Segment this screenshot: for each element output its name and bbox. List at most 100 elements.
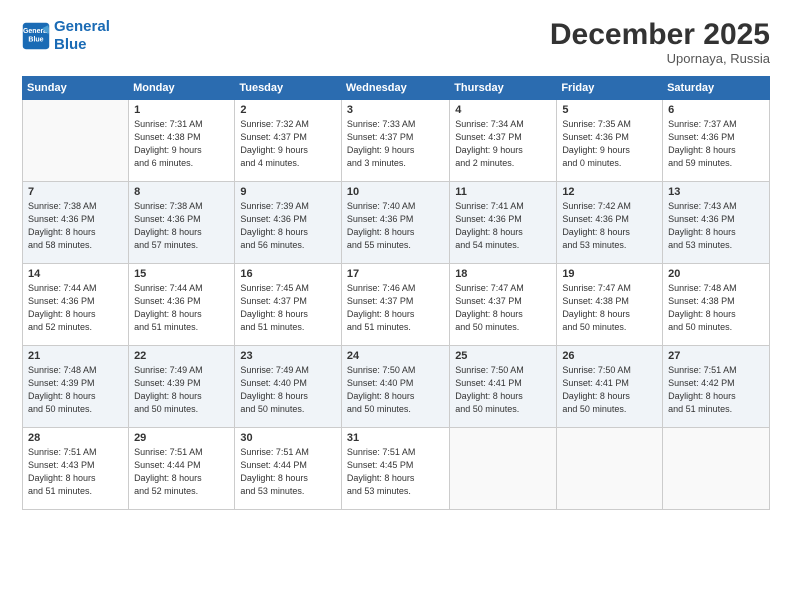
- day-number: 28: [28, 432, 123, 444]
- col-sunday: Sunday: [23, 77, 129, 100]
- calendar-cell: 23 Sunrise: 7:49 AMSunset: 4:40 PMDayligh…: [235, 346, 342, 428]
- day-number: 13: [668, 186, 764, 198]
- day-info: Sunrise: 7:50 AMSunset: 4:41 PMDaylight:…: [562, 364, 657, 416]
- logo-icon: General Blue: [22, 22, 50, 50]
- logo: General Blue GeneralBlue: [22, 18, 110, 54]
- header: General Blue GeneralBlue December 2025 U…: [22, 18, 770, 66]
- day-info: Sunrise: 7:40 AMSunset: 4:36 PMDaylight:…: [347, 200, 444, 252]
- day-info: Sunrise: 7:41 AMSunset: 4:36 PMDaylight:…: [455, 200, 551, 252]
- calendar-cell: 11 Sunrise: 7:41 AMSunset: 4:36 PMDayligh…: [450, 182, 557, 264]
- calendar-cell: [557, 428, 663, 510]
- col-tuesday: Tuesday: [235, 77, 342, 100]
- day-number: 19: [562, 268, 657, 280]
- day-number: 5: [562, 104, 657, 116]
- calendar-cell: 21 Sunrise: 7:48 AMSunset: 4:39 PMDayligh…: [23, 346, 129, 428]
- calendar-cell: 15 Sunrise: 7:44 AMSunset: 4:36 PMDayligh…: [129, 264, 235, 346]
- day-info: Sunrise: 7:51 AMSunset: 4:42 PMDaylight:…: [668, 364, 764, 416]
- col-friday: Friday: [557, 77, 663, 100]
- day-info: Sunrise: 7:49 AMSunset: 4:40 PMDaylight:…: [240, 364, 336, 416]
- day-info: Sunrise: 7:32 AMSunset: 4:37 PMDaylight:…: [240, 118, 336, 170]
- day-info: Sunrise: 7:42 AMSunset: 4:36 PMDaylight:…: [562, 200, 657, 252]
- day-number: 8: [134, 186, 229, 198]
- day-info: Sunrise: 7:48 AMSunset: 4:38 PMDaylight:…: [668, 282, 764, 334]
- day-info: Sunrise: 7:38 AMSunset: 4:36 PMDaylight:…: [28, 200, 123, 252]
- calendar-cell: 20 Sunrise: 7:48 AMSunset: 4:38 PMDayligh…: [663, 264, 770, 346]
- day-info: Sunrise: 7:33 AMSunset: 4:37 PMDaylight:…: [347, 118, 444, 170]
- day-info: Sunrise: 7:51 AMSunset: 4:44 PMDaylight:…: [240, 446, 336, 498]
- day-info: Sunrise: 7:44 AMSunset: 4:36 PMDaylight:…: [134, 282, 229, 334]
- calendar-cell: 9 Sunrise: 7:39 AMSunset: 4:36 PMDaylight…: [235, 182, 342, 264]
- day-number: 15: [134, 268, 229, 280]
- calendar-cell: 4Sunrise: 7:34 AMSunset: 4:37 PMDaylight…: [450, 100, 557, 182]
- calendar-cell: 27 Sunrise: 7:51 AMSunset: 4:42 PMDayligh…: [663, 346, 770, 428]
- day-info: Sunrise: 7:47 AMSunset: 4:38 PMDaylight:…: [562, 282, 657, 334]
- calendar-cell: 7Sunrise: 7:38 AMSunset: 4:36 PMDaylight…: [23, 182, 129, 264]
- day-info: Sunrise: 7:50 AMSunset: 4:41 PMDaylight:…: [455, 364, 551, 416]
- day-info: Sunrise: 7:45 AMSunset: 4:37 PMDaylight:…: [240, 282, 336, 334]
- day-info: Sunrise: 7:37 AMSunset: 4:36 PMDaylight:…: [668, 118, 764, 170]
- day-info: Sunrise: 7:49 AMSunset: 4:39 PMDaylight:…: [134, 364, 229, 416]
- col-wednesday: Wednesday: [341, 77, 449, 100]
- day-info: Sunrise: 7:31 AMSunset: 4:38 PMDaylight:…: [134, 118, 229, 170]
- svg-text:Blue: Blue: [28, 36, 43, 43]
- calendar-cell: 26 Sunrise: 7:50 AMSunset: 4:41 PMDayligh…: [557, 346, 663, 428]
- calendar-cell: 14 Sunrise: 7:44 AMSunset: 4:36 PMDayligh…: [23, 264, 129, 346]
- day-number: 26: [562, 350, 657, 362]
- calendar-cell: 5 Sunrise: 7:35 AMSunset: 4:36 PMDaylight…: [557, 100, 663, 182]
- calendar-cell: 6Sunrise: 7:37 AMSunset: 4:36 PMDaylight…: [663, 100, 770, 182]
- calendar-week-1: 1 Sunrise: 7:31 AMSunset: 4:38 PMDaylight…: [23, 100, 770, 182]
- day-number: 14: [28, 268, 123, 280]
- calendar-cell: 8 Sunrise: 7:38 AMSunset: 4:36 PMDaylight…: [129, 182, 235, 264]
- calendar-week-2: 7Sunrise: 7:38 AMSunset: 4:36 PMDaylight…: [23, 182, 770, 264]
- day-number: 11: [455, 186, 551, 198]
- calendar-cell: 28Sunrise: 7:51 AMSunset: 4:43 PMDayligh…: [23, 428, 129, 510]
- calendar-cell: 16Sunrise: 7:45 AMSunset: 4:37 PMDayligh…: [235, 264, 342, 346]
- calendar-cell: [23, 100, 129, 182]
- calendar-cell: [663, 428, 770, 510]
- calendar-cell: 18 Sunrise: 7:47 AMSunset: 4:37 PMDayligh…: [450, 264, 557, 346]
- day-info: Sunrise: 7:39 AMSunset: 4:36 PMDaylight:…: [240, 200, 336, 252]
- calendar-week-5: 28Sunrise: 7:51 AMSunset: 4:43 PMDayligh…: [23, 428, 770, 510]
- day-number: 2: [240, 104, 336, 116]
- col-saturday: Saturday: [663, 77, 770, 100]
- day-info: Sunrise: 7:46 AMSunset: 4:37 PMDaylight:…: [347, 282, 444, 334]
- day-number: 9: [240, 186, 336, 198]
- calendar-cell: 10 Sunrise: 7:40 AMSunset: 4:36 PMDayligh…: [341, 182, 449, 264]
- day-number: 29: [134, 432, 229, 444]
- day-number: 27: [668, 350, 764, 362]
- day-info: Sunrise: 7:51 AMSunset: 4:45 PMDaylight:…: [347, 446, 444, 498]
- calendar-cell: 29 Sunrise: 7:51 AMSunset: 4:44 PMDayligh…: [129, 428, 235, 510]
- day-number: 23: [240, 350, 336, 362]
- day-info: Sunrise: 7:44 AMSunset: 4:36 PMDaylight:…: [28, 282, 123, 334]
- day-info: Sunrise: 7:38 AMSunset: 4:36 PMDaylight:…: [134, 200, 229, 252]
- header-row: Sunday Monday Tuesday Wednesday Thursday…: [23, 77, 770, 100]
- day-number: 10: [347, 186, 444, 198]
- calendar-week-3: 14 Sunrise: 7:44 AMSunset: 4:36 PMDayligh…: [23, 264, 770, 346]
- day-number: 24: [347, 350, 444, 362]
- calendar-cell: 17 Sunrise: 7:46 AMSunset: 4:37 PMDayligh…: [341, 264, 449, 346]
- day-number: 21: [28, 350, 123, 362]
- day-info: Sunrise: 7:34 AMSunset: 4:37 PMDaylight:…: [455, 118, 551, 170]
- day-number: 18: [455, 268, 551, 280]
- day-number: 20: [668, 268, 764, 280]
- day-number: 25: [455, 350, 551, 362]
- day-info: Sunrise: 7:48 AMSunset: 4:39 PMDaylight:…: [28, 364, 123, 416]
- day-info: Sunrise: 7:43 AMSunset: 4:36 PMDaylight:…: [668, 200, 764, 252]
- calendar-cell: 31Sunrise: 7:51 AMSunset: 4:45 PMDayligh…: [341, 428, 449, 510]
- calendar-cell: 22 Sunrise: 7:49 AMSunset: 4:39 PMDayligh…: [129, 346, 235, 428]
- calendar-table: Sunday Monday Tuesday Wednesday Thursday…: [22, 76, 770, 510]
- day-info: Sunrise: 7:47 AMSunset: 4:37 PMDaylight:…: [455, 282, 551, 334]
- day-number: 17: [347, 268, 444, 280]
- col-monday: Monday: [129, 77, 235, 100]
- day-info: Sunrise: 7:35 AMSunset: 4:36 PMDaylight:…: [562, 118, 657, 170]
- day-info: Sunrise: 7:51 AMSunset: 4:44 PMDaylight:…: [134, 446, 229, 498]
- calendar-page: General Blue GeneralBlue December 2025 U…: [0, 0, 792, 612]
- day-number: 3: [347, 104, 444, 116]
- calendar-cell: 3 Sunrise: 7:33 AMSunset: 4:37 PMDaylight…: [341, 100, 449, 182]
- month-title: December 2025: [550, 18, 770, 51]
- day-number: 22: [134, 350, 229, 362]
- calendar-cell: 30Sunrise: 7:51 AMSunset: 4:44 PMDayligh…: [235, 428, 342, 510]
- calendar-cell: 19 Sunrise: 7:47 AMSunset: 4:38 PMDayligh…: [557, 264, 663, 346]
- calendar-cell: 1 Sunrise: 7:31 AMSunset: 4:38 PMDaylight…: [129, 100, 235, 182]
- day-number: 1: [134, 104, 229, 116]
